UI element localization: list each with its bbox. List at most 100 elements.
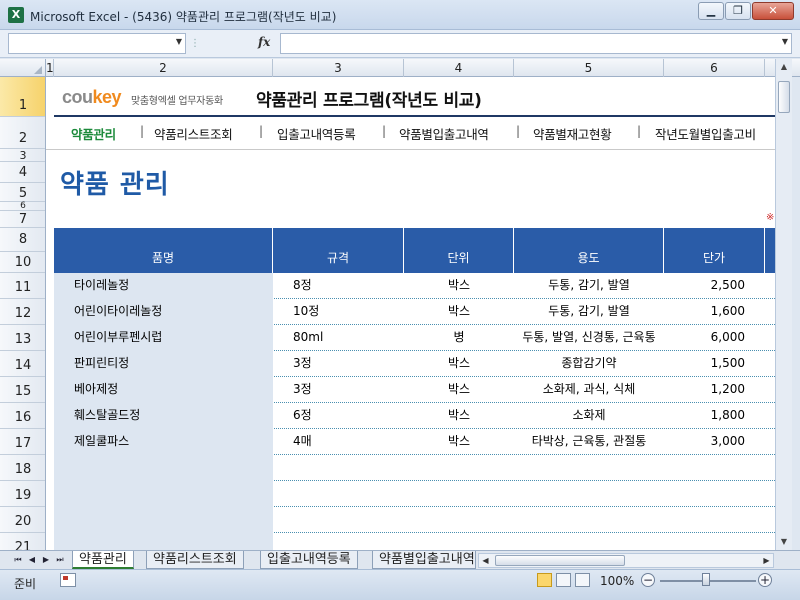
cell-unit[interactable]: 박스 [404, 429, 514, 455]
row-header-10[interactable]: 10 [0, 252, 45, 273]
column-header-2[interactable]: 2 [54, 59, 273, 77]
cell-price[interactable]: 2,500 [664, 273, 765, 299]
cell-spec[interactable]: 8정 [273, 273, 404, 299]
column-header-3[interactable]: 3 [273, 59, 404, 77]
nav-link-last-year-monthly[interactable]: 작년도월별입출고비 [655, 124, 756, 143]
restore-button[interactable]: ❐ [725, 2, 751, 20]
sheet-tab-inout-register[interactable]: 입출고내역등록 [260, 551, 358, 569]
nav-link-drug-list[interactable]: 약품리스트조회 [154, 124, 233, 143]
row-header-5[interactable]: 5 [0, 183, 45, 202]
nav-link-inout-register[interactable]: 입출고내역등록 [277, 124, 356, 143]
cell-name[interactable] [54, 533, 273, 550]
cell-name[interactable]: 베아제정 [54, 377, 273, 403]
cell-usage[interactable]: 두통, 감기, 발열 [514, 299, 664, 325]
cell-usage[interactable] [514, 481, 664, 507]
close-button[interactable]: ✕ [752, 2, 794, 20]
excel-app-icon[interactable]: X [8, 7, 24, 23]
row-header-11[interactable]: 11 [0, 273, 45, 299]
row-header-2[interactable]: 2 [0, 117, 45, 149]
cell-unit[interactable]: 박스 [404, 299, 514, 325]
cell-name[interactable]: 판피린티정 [54, 351, 273, 377]
cell-spec[interactable] [273, 455, 404, 481]
cell-price[interactable] [664, 481, 765, 507]
chevron-down-icon[interactable]: ▼ [176, 37, 182, 46]
row-header-8[interactable]: 8 [0, 228, 45, 252]
cell-spec[interactable]: 10정 [273, 299, 404, 325]
header-unit[interactable]: 단위 [404, 228, 514, 273]
header-name[interactable]: 품명 [54, 228, 273, 273]
cell-usage[interactable]: 종합감기약 [514, 351, 664, 377]
column-header-5[interactable]: 5 [514, 59, 664, 77]
cell-unit[interactable]: 박스 [404, 403, 514, 429]
last-sheet-icon[interactable]: ⏭ [54, 553, 66, 567]
row-header-18[interactable]: 18 [0, 455, 45, 481]
horizontal-scroll-thumb[interactable] [495, 555, 625, 566]
page-break-view-button[interactable] [575, 573, 590, 587]
cell-name[interactable] [54, 481, 273, 507]
cell-spec[interactable]: 4매 [273, 429, 404, 455]
cell-usage[interactable]: 두통, 발열, 신경통, 근육통 [514, 325, 664, 351]
row-header-16[interactable]: 16 [0, 403, 45, 429]
column-header-6[interactable]: 6 [664, 59, 765, 77]
formula-input[interactable]: ▼ [280, 33, 792, 54]
row-header-7[interactable]: 7 [0, 211, 45, 228]
column-header-1[interactable]: 1 [46, 59, 54, 77]
cell-unit[interactable]: 박스 [404, 273, 514, 299]
row-header-1[interactable]: 1 [0, 77, 45, 117]
cell-spec[interactable]: 3정 [273, 377, 404, 403]
cell-price[interactable]: 1,200 [664, 377, 765, 403]
scroll-up-icon[interactable]: ▲ [776, 59, 792, 75]
prev-sheet-icon[interactable]: ◀ [26, 553, 38, 567]
header-spec[interactable]: 규격 [273, 228, 404, 273]
cell-unit[interactable] [404, 455, 514, 481]
header-price[interactable]: 단가 [664, 228, 765, 273]
row-header-4[interactable]: 4 [0, 162, 45, 183]
cell-name[interactable] [54, 455, 273, 481]
cell-name[interactable]: 어린이부루펜시럽 [54, 325, 273, 351]
cell-name[interactable]: 제일쿨파스 [54, 429, 273, 455]
cell-spec[interactable]: 80ml [273, 325, 404, 351]
cell-name[interactable]: 타이레놀정 [54, 273, 273, 299]
formula-bar-grip-icon[interactable]: ⋮ [190, 33, 200, 54]
cell-unit[interactable]: 병 [404, 325, 514, 351]
cell-usage[interactable] [514, 507, 664, 533]
expand-formula-bar-icon[interactable]: ▼ [782, 37, 788, 46]
row-header-15[interactable]: 15 [0, 377, 45, 403]
row-header-6[interactable]: 6 [0, 202, 45, 211]
cell-price[interactable] [664, 455, 765, 481]
cell-unit[interactable]: 박스 [404, 351, 514, 377]
zoom-slider-thumb[interactable] [702, 573, 710, 586]
row-header-17[interactable]: 17 [0, 429, 45, 455]
cell-spec[interactable] [273, 507, 404, 533]
row-header-21[interactable]: 21 [0, 533, 45, 550]
insert-function-button[interactable]: fx [258, 35, 270, 49]
cell-price[interactable]: 1,800 [664, 403, 765, 429]
header-usage[interactable]: 용도 [514, 228, 664, 273]
column-header-4[interactable]: 4 [404, 59, 514, 77]
cell-name[interactable] [54, 507, 273, 533]
cell-spec[interactable]: 3정 [273, 351, 404, 377]
horizontal-scrollbar[interactable]: ◀ ▶ [478, 553, 774, 568]
scroll-left-icon[interactable]: ◀ [479, 554, 492, 567]
row-header-14[interactable]: 14 [0, 351, 45, 377]
cell-usage[interactable] [514, 455, 664, 481]
normal-view-button[interactable] [537, 573, 552, 587]
select-all-button[interactable] [0, 59, 46, 77]
vertical-scrollbar[interactable]: ▲ ▼ [775, 59, 792, 550]
cell-usage[interactable]: 소화제, 과식, 식체 [514, 377, 664, 403]
scroll-right-icon[interactable]: ▶ [760, 554, 773, 567]
sheet-tab-drug-management[interactable]: 약품관리 [72, 551, 134, 569]
cell-usage[interactable]: 두통, 감기, 발열 [514, 273, 664, 299]
zoom-out-button[interactable]: − [641, 573, 655, 587]
minimize-button[interactable]: ▁ [698, 2, 724, 20]
row-header-3[interactable]: 3 [0, 149, 45, 162]
cell-price[interactable]: 1,600 [664, 299, 765, 325]
cell-name[interactable]: 어린이타이레놀정 [54, 299, 273, 325]
nav-link-drug-stock[interactable]: 약품별재고현황 [533, 124, 612, 143]
nav-link-drug-inout-history[interactable]: 약품별입출고내역 [399, 124, 489, 143]
row-header-19[interactable]: 19 [0, 481, 45, 507]
first-sheet-icon[interactable]: ⏮ [12, 553, 24, 567]
nav-link-drug-management[interactable]: 약품관리 [71, 124, 116, 143]
cell-price[interactable] [664, 507, 765, 533]
name-box[interactable]: ▼ [8, 33, 186, 54]
